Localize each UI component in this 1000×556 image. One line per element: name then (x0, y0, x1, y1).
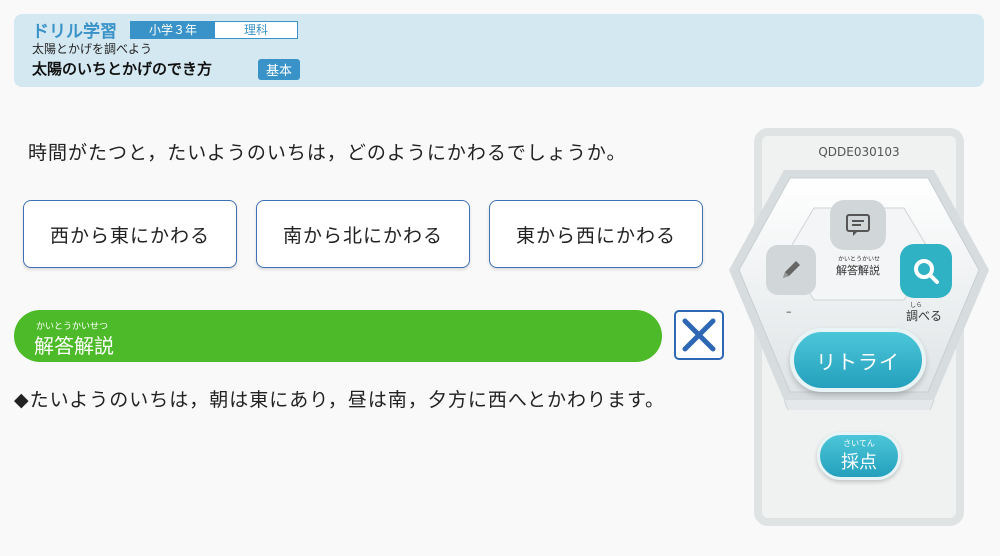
score-label: 採点 (841, 452, 877, 473)
explanation-bar: かいとうかいせつ 解答解説 (14, 310, 662, 362)
choice-button-2[interactable]: 南から北にかわる (256, 200, 470, 268)
score-button[interactable]: さいてん 採点 (817, 432, 901, 480)
question-text: 時間がたつと，たいようのいちは，どのようにかわるでしょうか。 (28, 142, 627, 164)
unit-title: 太陽とかげを調べよう (32, 42, 153, 56)
search-label: 調べる (906, 309, 943, 323)
answer-explanation-text: ◆たいようのいちは，朝は東にあり，昼は南，夕方に西へとかわります。 (14, 389, 666, 411)
search-icon (914, 259, 939, 284)
app-name: ドリル学習 (32, 22, 117, 42)
grade-subject-box: 小学３年 理科 (130, 21, 298, 39)
explanation-note-button[interactable] (830, 200, 886, 250)
close-explanation-button[interactable] (674, 310, 724, 360)
pencil-button[interactable] (766, 245, 816, 295)
choice-button-3[interactable]: 東から西にかわる (489, 200, 703, 268)
close-icon (682, 318, 716, 352)
lesson-title: 太陽のいちとかげのでき方 (32, 60, 213, 78)
grade-label: 小学３年 (131, 22, 215, 38)
explanation-label: 解答解説 (34, 334, 114, 358)
header-bar: ドリル学習 小学３年 理科 太陽とかげを調べよう 太陽のいちとかげのでき方 基本 (14, 14, 984, 87)
question-code: QDDE030103 (818, 145, 900, 159)
pencil-label: – (786, 305, 792, 318)
retry-button[interactable]: リトライ (790, 328, 926, 392)
hex-tail (783, 399, 935, 410)
pencil-icon (783, 261, 800, 278)
level-badge: 基本 (258, 59, 301, 80)
subject-label: 理科 (215, 22, 297, 38)
choice-button-1[interactable]: 西から東にかわる (23, 200, 237, 268)
note-label: 解答解説 (836, 264, 880, 277)
search-button[interactable] (900, 244, 952, 298)
note-icon (846, 214, 870, 236)
